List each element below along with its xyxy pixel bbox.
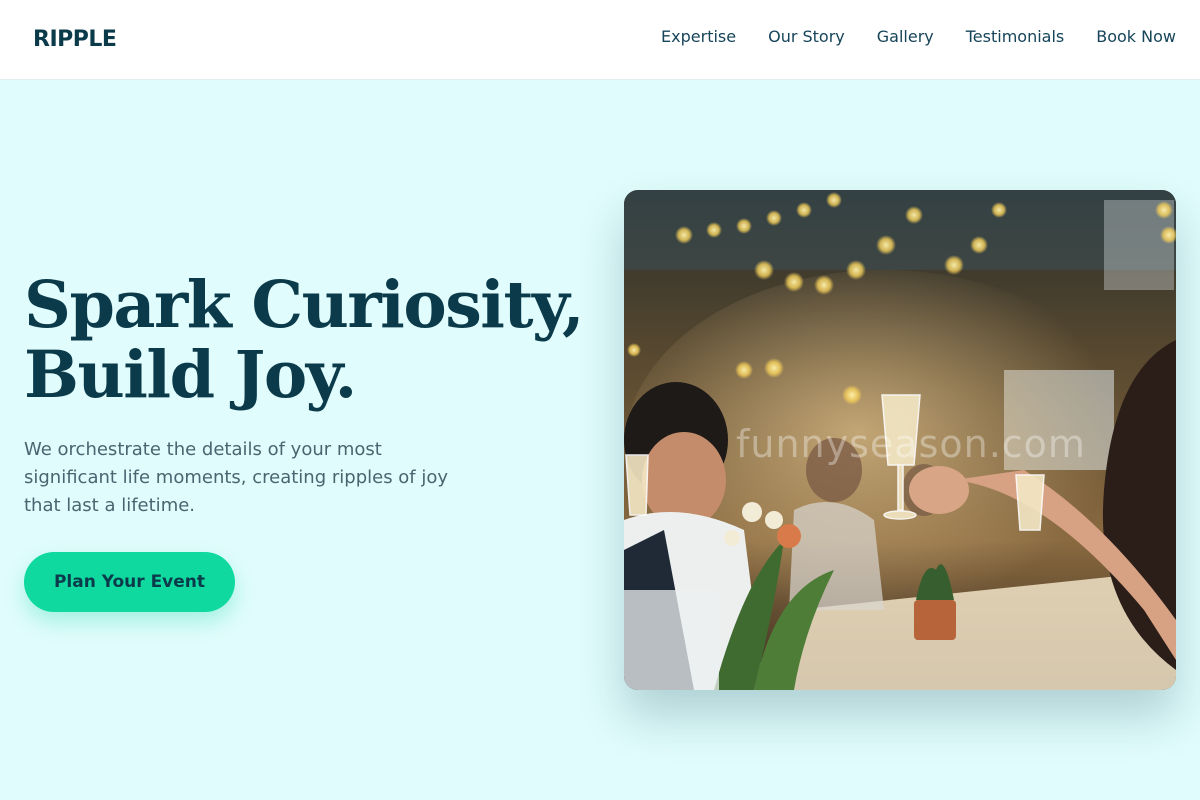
hero-celebration-photo: funnyseason.com (624, 190, 1176, 690)
image-watermark: funnyseason.com (736, 422, 1086, 466)
nav-link-expertise[interactable]: Expertise (661, 27, 736, 46)
main-nav: Expertise Our Story Gallery Testimonials… (661, 27, 1176, 46)
top-navigation-bar: RIPPLE Expertise Our Story Gallery Testi… (0, 0, 1200, 80)
hero-headline: Spark Curiosity, Build Joy. (24, 270, 604, 410)
hero-section: Spark Curiosity, Build Joy. We orchestra… (0, 80, 1200, 800)
brand-logo[interactable]: RIPPLE (33, 27, 117, 52)
nav-link-book-now[interactable]: Book Now (1096, 27, 1176, 46)
headline-line-2: Build Joy. (24, 337, 357, 413)
nav-link-our-story[interactable]: Our Story (768, 27, 845, 46)
hero-subtext: We orchestrate the details of your most … (24, 439, 449, 516)
plan-your-event-button[interactable]: Plan Your Event (24, 552, 235, 612)
headline-line-1: Spark Curiosity, (24, 267, 585, 343)
nav-link-testimonials[interactable]: Testimonials (966, 27, 1065, 46)
nav-link-gallery[interactable]: Gallery (877, 27, 934, 46)
